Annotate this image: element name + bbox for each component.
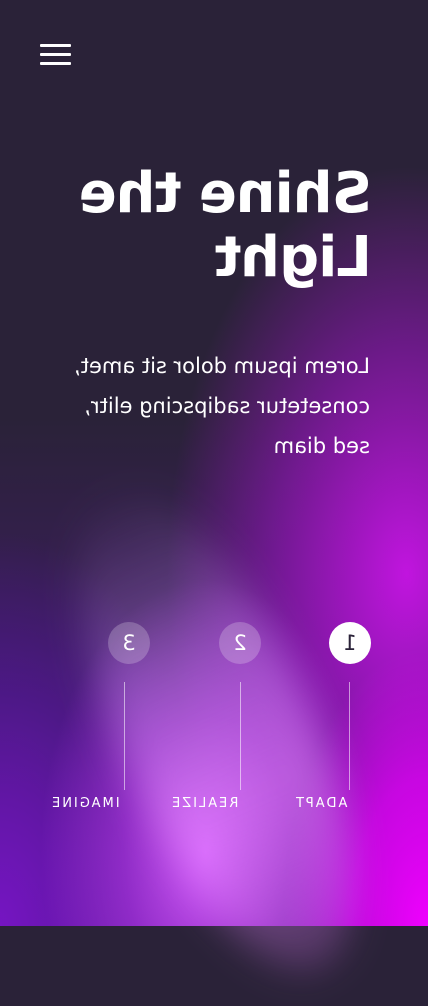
step-imagine[interactable]: 3 IMAGINE — [50, 622, 170, 822]
hero-subtitle: Lorem ipsum dolor sit amet, consetetur s… — [74, 354, 370, 458]
hamburger-menu-icon[interactable] — [40, 43, 72, 67]
step-connector-line — [124, 682, 125, 790]
step-realize[interactable]: 2 REALIZE — [170, 622, 290, 822]
step-connector-line — [349, 682, 350, 790]
step-label-adapt: ADAPT — [294, 796, 348, 811]
menu-bar-top — [40, 44, 71, 47]
menu-bar-bottom — [40, 62, 71, 65]
step-label-realize: REALIZE — [170, 796, 239, 811]
step-number-2: 2 — [219, 622, 261, 664]
step-label-imagine: IMAGINE — [50, 796, 120, 811]
menu-bar-middle — [40, 53, 71, 56]
step-connector-line — [240, 682, 241, 790]
step-number-1: 1 — [329, 622, 371, 664]
hero-title: Shine the Light — [79, 161, 372, 290]
step-adapt[interactable]: 1 ADAPT — [294, 622, 414, 822]
step-number-3: 3 — [108, 622, 150, 664]
